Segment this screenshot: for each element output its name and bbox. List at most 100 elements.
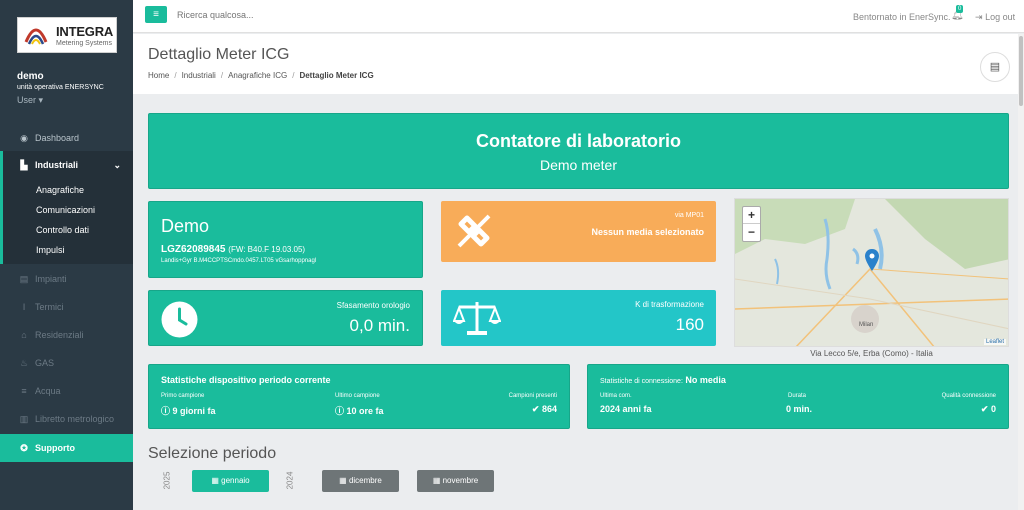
map-attribution[interactable]: Leaflet	[983, 339, 1006, 345]
fire-icon: ♨	[19, 357, 29, 368]
sidebar-item-residenziali[interactable]: ⌂ Residenziali	[0, 321, 133, 349]
year-label-2024: 2024	[285, 471, 295, 490]
transform-card: K di trasformazione 160	[441, 290, 716, 346]
sidebar-item-impianti[interactable]: ▤ Impianti	[0, 265, 133, 293]
logout-label: Log out	[985, 12, 1016, 22]
topbar: ≡ Bentornato in EnerSync. 🔔︎ 0 ⇥ Log out	[133, 0, 1024, 33]
document-icon: ▤	[989, 61, 1001, 73]
map-city-label: Milan	[859, 322, 874, 328]
device-description: Landis+Gyr B.M4CCPTSCmdo.0457.LT05 vGsar…	[161, 258, 317, 264]
hamburger-icon: ≡	[153, 9, 159, 20]
transform-value: 160	[675, 315, 704, 334]
first-sample-value: ⓘ 9 giorni fa	[161, 404, 216, 417]
media-status: Nessun media selezionato	[591, 227, 704, 237]
plant-icon: ▤	[19, 273, 29, 284]
check-circle-icon: ✔	[980, 404, 989, 414]
transform-label: K di trasformazione	[635, 300, 704, 309]
sidebar-item-termici[interactable]: ǀ Termici	[0, 293, 133, 321]
sidebar-item-acqua[interactable]: ≡ Acqua	[0, 377, 133, 405]
map-marker-icon[interactable]	[865, 249, 879, 271]
quality-text: 0	[990, 404, 996, 414]
breadcrumb: Home / Industriali / Anagrafiche ICG / Dettagl…	[148, 71, 374, 80]
period-button-novembre[interactable]: ▦ novembre	[417, 470, 494, 492]
brand-subtitle: Metering Systems	[56, 40, 113, 47]
user-role-dropdown[interactable]: User ▾	[17, 95, 43, 106]
broken-link-icon	[457, 214, 491, 248]
brand-name: INTEGRA	[56, 24, 114, 39]
sidebar-item-dashboard[interactable]: ◉ Dashboard	[0, 124, 133, 152]
period-label: novembre	[442, 476, 479, 485]
clock-icon	[161, 301, 198, 338]
menu-toggle-button[interactable]: ≡	[145, 6, 167, 23]
connection-stats-media: No media	[685, 375, 726, 385]
page-header: Dettaglio Meter ICG Home / Industriali / Ana…	[133, 34, 1018, 94]
device-serial: LGZ62089845 (FW: B40.F 19.03.05)	[161, 244, 305, 255]
sidebar-item-label: Industriali	[35, 160, 79, 170]
period-button-dicembre[interactable]: ▦ dicembre	[322, 470, 399, 492]
meter-hero-card: Contatore di laboratorio Demo meter	[148, 113, 1009, 189]
connection-stats-title: Statistiche di connessione: No media	[600, 375, 726, 385]
samples-count-label: Campioni presenti	[508, 393, 557, 399]
page-title: Dettaglio Meter ICG	[148, 46, 290, 63]
duration-label: Durata	[788, 393, 807, 399]
notification-badge: 0	[956, 5, 964, 13]
document-button[interactable]: ▤	[980, 52, 1010, 82]
sidebar-item-industriali[interactable]: ▙ Industriali ⌄	[0, 151, 133, 179]
sidebar-item-libretto[interactable]: ▥ Libretto metrologico	[0, 405, 133, 433]
last-comm-value: 2024 anni fa	[600, 404, 652, 414]
submenu-industriali: Anagrafiche Comunicazioni Controllo dati…	[0, 178, 133, 264]
sidebar-item-label: Impianti	[35, 274, 67, 284]
media-via: via MP01	[674, 212, 704, 219]
samples-count-text: 864	[541, 404, 557, 414]
sidebar-item-label: Libretto metrologico	[35, 414, 115, 424]
sidebar-item-gas[interactable]: ♨ GAS	[0, 349, 133, 377]
submenu-item-controllo-dati[interactable]: Controllo dati	[36, 225, 89, 235]
search-input[interactable]	[177, 10, 357, 20]
breadcrumb-home[interactable]: Home	[148, 71, 169, 80]
logout-link[interactable]: ⇥ Log out	[975, 12, 1015, 23]
period-section-title: Selezione periodo	[148, 445, 277, 462]
support-icon: ✪	[20, 442, 28, 453]
duration-value: 0 min.	[786, 404, 813, 414]
first-sample-label: Primo campione	[161, 393, 205, 399]
last-sample-value: ⓘ 10 ore fa	[335, 404, 384, 417]
breadcrumb-industriali[interactable]: Industriali	[182, 71, 216, 80]
last-sample-label: Ultimo campione	[335, 393, 380, 399]
sidebar-item-supporto[interactable]: ✪ Supporto	[0, 434, 133, 462]
chevron-down-icon: ⌄	[113, 159, 121, 170]
building-icon: ▙	[20, 159, 28, 170]
map-zoom-control: + −	[742, 206, 761, 242]
period-label: dicembre	[348, 476, 382, 485]
meter-subtitle: Demo meter	[539, 157, 618, 173]
calendar-icon: ▦	[339, 476, 347, 485]
calendar-icon: ▦	[211, 476, 219, 485]
period-button-gennaio[interactable]: ▦ gennaio	[192, 470, 269, 492]
location-map[interactable]: + − Milan Leaflet	[734, 198, 1009, 347]
year-label-2025: 2025	[162, 471, 172, 490]
device-firmware: (FW: B40.F 19.03.05)	[228, 245, 306, 254]
last-sample-text: 10 ore fa	[346, 406, 384, 416]
scrollbar-thumb[interactable]	[1019, 36, 1023, 106]
sidebar-item-label: Termici	[35, 302, 64, 312]
breadcrumb-anagrafiche[interactable]: Anagrafiche ICG	[228, 71, 287, 80]
logo-arc-icon	[24, 28, 48, 45]
submenu-item-impulsi[interactable]: Impulsi	[36, 245, 65, 255]
sidebar-item-label: Dashboard	[35, 133, 80, 143]
connection-stats-prefix: Statistiche di connessione:	[600, 378, 683, 385]
first-sample-text: 9 giorni fa	[172, 406, 216, 416]
period-label: gennaio	[221, 476, 250, 485]
brand-logo[interactable]: INTEGRA Metering Systems	[17, 17, 117, 53]
quality-value: ✔ 0	[981, 404, 996, 415]
submenu-item-anagrafiche[interactable]: Anagrafiche	[36, 185, 84, 195]
zoom-in-button[interactable]: +	[743, 207, 760, 224]
balance-scale-icon	[453, 302, 501, 335]
calendar-icon: ▦	[432, 476, 441, 485]
zoom-out-button[interactable]: −	[743, 224, 760, 241]
submenu-item-comunicazioni[interactable]: Comunicazioni	[36, 205, 95, 215]
breadcrumb-current: Dettaglio Meter ICG	[299, 71, 374, 80]
clock-offset-card: Sfasamento orologio 0,0 min.	[148, 290, 423, 346]
dashboard-icon: ◉	[20, 132, 28, 143]
device-card: Demo LGZ62089845 (FW: B40.F 19.03.05) La…	[148, 201, 423, 278]
last-comm-label: Ultima com.	[600, 393, 632, 399]
info-icon: ⓘ	[335, 406, 345, 416]
